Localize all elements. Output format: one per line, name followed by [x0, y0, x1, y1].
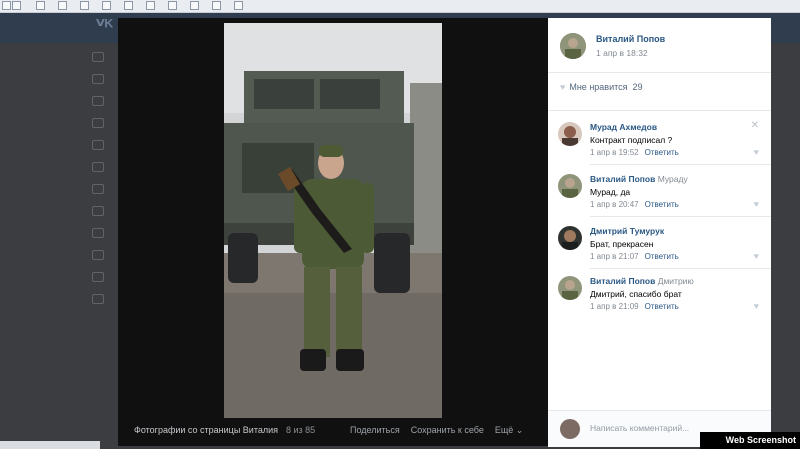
share-button[interactable]: Поделиться — [350, 425, 400, 435]
reply-to[interactable]: Мураду — [658, 174, 688, 184]
save-button[interactable]: Сохранить к себе — [411, 425, 484, 435]
menu-icon — [92, 206, 104, 216]
comment-item: Виталий Попов Мураду Мурад, да 1 апр в 2… — [548, 172, 771, 222]
comment-text: Контракт подписал ? — [590, 135, 673, 145]
like-label: Мне нравится — [569, 82, 628, 92]
toolbar-button[interactable] — [234, 1, 243, 10]
sidebar-menu — [92, 52, 112, 316]
reply-button[interactable]: Ответить — [645, 148, 679, 157]
avatar[interactable] — [560, 33, 586, 59]
avatar[interactable] — [558, 226, 582, 250]
menu-icon — [92, 74, 104, 84]
divider — [590, 164, 771, 165]
toolbar-button[interactable] — [36, 1, 45, 10]
comment-author[interactable]: Виталий Попов Дмитрию — [590, 276, 694, 286]
avatar[interactable] — [558, 174, 582, 198]
photo-viewer: Фотографии со страницы Виталия 8 из 85 По… — [118, 18, 771, 447]
menu-icon — [92, 162, 104, 172]
heart-icon: ♥ — [560, 82, 566, 92]
comment-author[interactable]: Мурад Ахмедов — [590, 122, 657, 132]
comment-author[interactable]: Дмитрий Тумурук — [590, 226, 664, 236]
menu-icon — [92, 228, 104, 238]
photo-caption: Фотографии со страницы Виталия 8 из 85 — [134, 425, 315, 435]
more-button[interactable]: Ещё ⌄ — [495, 425, 523, 435]
comment-item: Мурад Ахмедов ✕ Контракт подписал ? 1 ап… — [548, 120, 771, 170]
comment-meta: 1 апр в 21:07 Ответить — [590, 252, 679, 261]
menu-icon — [92, 140, 104, 150]
toolbar-button[interactable] — [190, 1, 199, 10]
toolbar-button[interactable] — [168, 1, 177, 10]
reply-button[interactable]: Ответить — [645, 252, 679, 261]
menu-icon — [92, 272, 104, 282]
menu-icon — [92, 184, 104, 194]
divider — [548, 110, 771, 111]
like-count: 29 — [632, 82, 643, 92]
photo-area: Фотографии со страницы Виталия 8 из 85 По… — [118, 18, 548, 446]
divider — [548, 72, 771, 73]
post-date[interactable]: 1 апр в 18:32 — [596, 48, 648, 58]
album-title[interactable]: Фотографии со страницы Виталия — [134, 425, 278, 435]
avatar[interactable] — [558, 122, 582, 146]
avatar — [560, 419, 580, 439]
like-button[interactable]: ♥ Мне нравится 29 — [560, 82, 643, 92]
heart-icon[interactable]: ♥ — [754, 199, 759, 209]
avatar[interactable] — [558, 276, 582, 300]
status-strip — [0, 441, 100, 449]
watermark: Web Screenshot — [700, 432, 800, 449]
toolbar-button[interactable] — [58, 1, 67, 10]
comment-text: Мурад, да — [590, 187, 631, 197]
photo-actions: Поделиться Сохранить к себе Ещё ⌄ — [350, 425, 534, 436]
comment-date[interactable]: 1 апр в 19:52 — [590, 148, 639, 157]
menu-icon — [92, 250, 104, 260]
toolbar-button[interactable] — [212, 1, 221, 10]
browser-toolbar — [0, 0, 800, 13]
menu-icon — [92, 52, 104, 62]
reply-button[interactable]: Ответить — [645, 302, 679, 311]
toolbar-button[interactable] — [2, 1, 11, 10]
comment-meta: 1 апр в 19:52 Ответить — [590, 148, 679, 157]
comment-date[interactable]: 1 апр в 21:09 — [590, 302, 639, 311]
toolbar-button[interactable] — [12, 1, 21, 10]
comment-text: Дмитрий, спасибо брат — [590, 289, 682, 299]
menu-icon — [92, 294, 104, 304]
heart-icon[interactable]: ♥ — [754, 301, 759, 311]
comment-date[interactable]: 1 апр в 21:07 — [590, 252, 639, 261]
comment-meta: 1 апр в 21:09 Ответить — [590, 302, 679, 311]
reply-to[interactable]: Дмитрию — [658, 276, 694, 286]
comment-input[interactable]: Написать комментарий... — [590, 423, 689, 433]
reply-button[interactable]: Ответить — [645, 200, 679, 209]
toolbar-button[interactable] — [146, 1, 155, 10]
toolbar-button[interactable] — [102, 1, 111, 10]
toolbar-button[interactable] — [80, 1, 89, 10]
comment-item: Виталий Попов Дмитрию Дмитрий, спасибо б… — [548, 274, 771, 324]
vk-logo-icon: ⱽᴷ — [96, 16, 114, 36]
comment-item: Дмитрий Тумурук Брат, прекрасен 1 апр в … — [548, 224, 771, 274]
comment-text: Брат, прекрасен — [590, 239, 654, 249]
heart-icon[interactable]: ♥ — [754, 251, 759, 261]
menu-icon — [92, 96, 104, 106]
photo-counter: 8 из 85 — [286, 425, 316, 435]
close-icon[interactable]: ✕ — [751, 120, 759, 131]
photo[interactable] — [224, 23, 442, 418]
owner-name[interactable]: Виталий Попов — [596, 34, 665, 44]
heart-icon[interactable]: ♥ — [754, 147, 759, 157]
comment-meta: 1 апр в 20:47 Ответить — [590, 200, 679, 209]
toolbar-button[interactable] — [124, 1, 133, 10]
menu-icon — [92, 118, 104, 128]
comments-panel: Виталий Попов 1 апр в 18:32 ♥ Мне нравитс… — [548, 18, 771, 447]
comment-date[interactable]: 1 апр в 20:47 — [590, 200, 639, 209]
divider — [590, 268, 771, 269]
divider — [590, 216, 771, 217]
comment-author[interactable]: Виталий Попов Мураду — [590, 174, 688, 184]
